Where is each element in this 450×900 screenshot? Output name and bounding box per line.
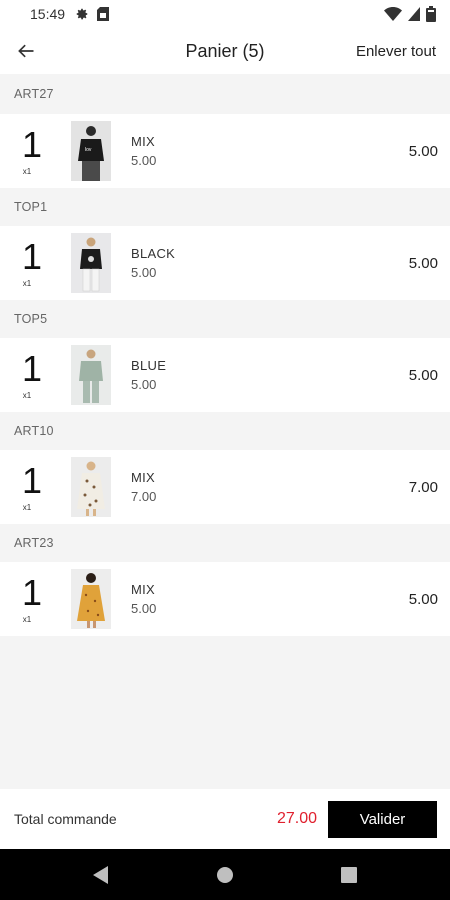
item-ref-header: TOP5: [0, 300, 450, 338]
nav-recents-icon: [341, 866, 357, 883]
status-time: 15:49: [30, 6, 66, 22]
item-total: 7.00: [408, 478, 438, 496]
item-color: MIX: [131, 470, 156, 485]
quantity-multiplier: x1: [22, 166, 32, 176]
quantity-value: 1: [21, 571, 43, 613]
quantity-value: 1: [21, 347, 43, 389]
item-total: 5.00: [408, 142, 438, 160]
item-total: 5.00: [408, 366, 438, 384]
quantity-multiplier: x1: [22, 614, 32, 624]
item-unit-price: 7.00: [131, 489, 157, 504]
item-ref-header: TOP1: [0, 188, 450, 226]
item-unit-price: 5.00: [131, 377, 157, 392]
back-button[interactable]: [0, 28, 52, 74]
nav-back-icon: [93, 865, 108, 884]
total-label: Total commande: [14, 811, 117, 827]
product-thumbnail: [71, 345, 111, 405]
signal-icon: [408, 7, 420, 21]
settings-icon: [76, 8, 88, 20]
product-thumbnail: [71, 233, 111, 293]
item-total: 5.00: [408, 254, 438, 272]
quantity-box[interactable]: 1 x1: [0, 226, 64, 300]
item-color: BLACK: [131, 246, 176, 261]
app-bar: Panier (5) Enlever tout: [0, 28, 450, 74]
cart-item[interactable]: 1 x1 BLUE 5.00 5.00: [0, 338, 450, 412]
cart-list: ART27 1 x1 lov MIX 5.00 5.00 TOP1 1 x1 B…: [0, 74, 450, 636]
quantity-value: 1: [21, 235, 43, 277]
product-thumbnail: lov: [71, 121, 111, 181]
item-color: BLUE: [131, 358, 167, 373]
product-thumbnail: [71, 457, 111, 517]
nav-recents-button[interactable]: [287, 849, 411, 900]
nav-back-button[interactable]: [39, 849, 163, 900]
sim-card-icon: [97, 7, 110, 21]
item-ref-header: ART10: [0, 412, 450, 450]
quantity-box[interactable]: 1 x1: [0, 114, 64, 188]
total-value: 27.00: [276, 810, 317, 827]
quantity-multiplier: x1: [22, 390, 32, 400]
item-ref-header: ART23: [0, 524, 450, 562]
svg-text:lov: lov: [85, 147, 92, 153]
cart-item[interactable]: 1 x1 lov MIX 5.00 5.00: [0, 114, 450, 188]
item-color: MIX: [131, 134, 156, 149]
nav-home-icon: [217, 866, 233, 883]
system-nav-bar: [0, 849, 450, 900]
nav-home-button[interactable]: [163, 849, 287, 900]
quantity-multiplier: x1: [22, 278, 32, 288]
item-unit-price: 5.00: [131, 265, 157, 280]
quantity-value: 1: [21, 459, 43, 501]
item-unit-price: 5.00: [131, 601, 157, 616]
quantity-box[interactable]: 1 x1: [0, 562, 64, 636]
cart-item[interactable]: 1 x1 BLACK 5.00 5.00: [0, 226, 450, 300]
item-ref-header: ART27: [0, 74, 450, 114]
quantity-box[interactable]: 1 x1: [0, 338, 64, 412]
cart-item[interactable]: 1 x1 MIX 7.00 7.00: [0, 450, 450, 524]
quantity-box[interactable]: 1 x1: [0, 450, 64, 524]
battery-icon: [426, 6, 436, 22]
clear-all-button[interactable]: Enlever tout: [356, 43, 450, 60]
item-color: MIX: [131, 582, 156, 597]
quantity-multiplier: x1: [22, 502, 32, 512]
quantity-value: 1: [21, 123, 43, 165]
order-footer: Total commande 27.00 Valider: [0, 789, 450, 849]
item-unit-price: 5.00: [131, 153, 157, 168]
cart-item[interactable]: 1 x1 MIX 5.00 5.00: [0, 562, 450, 636]
arrow-back-icon: [18, 44, 34, 58]
validate-button[interactable]: Valider: [328, 800, 437, 838]
status-bar: 15:49: [0, 0, 450, 28]
item-total: 5.00: [408, 590, 438, 608]
wifi-icon: [384, 7, 402, 21]
product-thumbnail: [71, 569, 111, 629]
